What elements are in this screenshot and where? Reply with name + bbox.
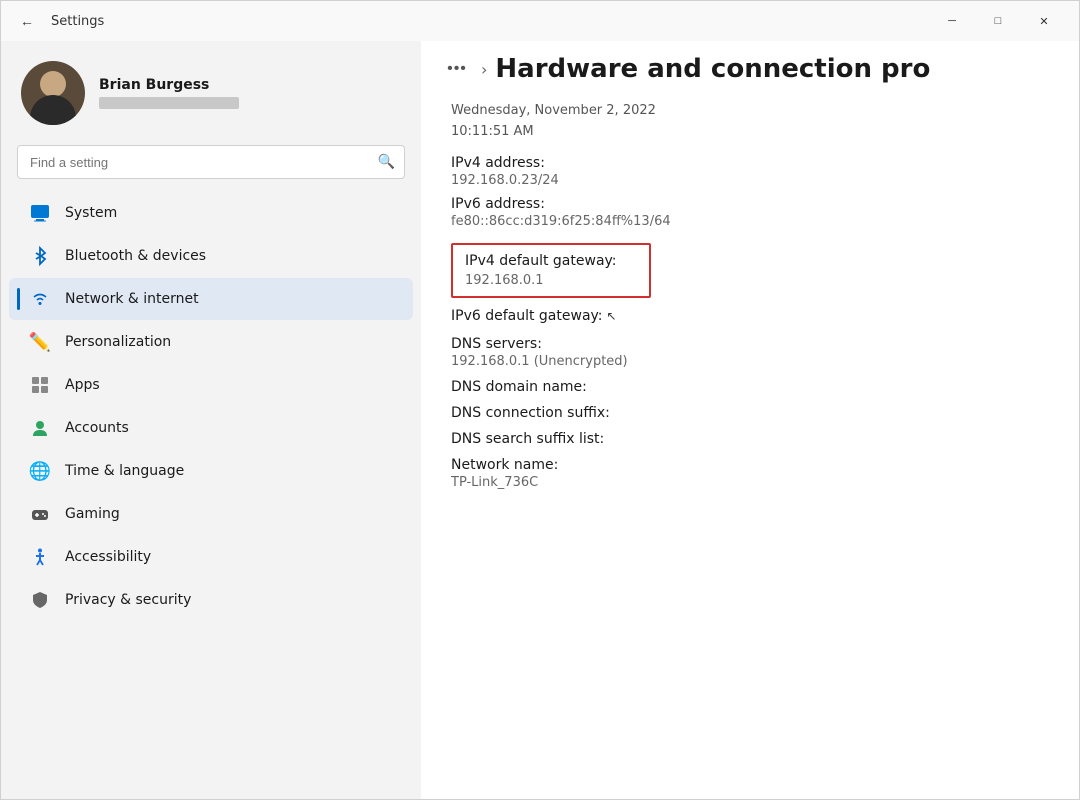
accessibility-icon [29,546,51,568]
sidebar-item-system-label: System [65,205,117,221]
ipv4-address-value: 192.168.0.23/24 [451,173,1049,188]
timestamp-line2: 10:11:51 AM [451,122,1049,143]
sidebar-item-gaming[interactable]: Gaming [9,493,413,535]
privacy-icon [29,589,51,611]
dns-search-row: DNS search suffix list: [451,431,1049,447]
sidebar-item-personalization[interactable]: ✏️ Personalization [9,321,413,363]
sidebar-item-gaming-label: Gaming [65,506,120,522]
sidebar: Brian Burgess 🔍 [1,41,421,799]
main-header: ••• › Hardware and connection pro [421,41,1079,93]
cursor-icon: ↖ [607,309,617,323]
ipv4-address-row: IPv4 address: 192.168.0.23/24 [451,155,1049,188]
back-button[interactable]: ← [13,7,41,35]
content-area: Brian Burgess 🔍 [1,41,1079,799]
network-name-value: TP-Link_736C [451,475,1049,490]
network-name-row: Network name: TP-Link_736C [451,457,1049,490]
sidebar-item-apps-label: Apps [65,377,100,393]
sidebar-item-accounts-label: Accounts [65,420,129,436]
dns-suffix-row: DNS connection suffix: [451,405,1049,421]
network-name-label: Network name: [451,457,1049,473]
user-info: Brian Burgess [99,77,401,109]
titlebar: ← Settings ─ □ ✕ [1,1,1079,41]
app-title: Settings [51,14,104,29]
user-section: Brian Burgess [1,41,421,141]
bluetooth-icon [29,245,51,267]
sidebar-item-network-label: Network & internet [65,291,199,307]
network-icon [29,288,51,310]
sidebar-item-accounts[interactable]: Accounts [9,407,413,449]
sidebar-item-accessibility-label: Accessibility [65,549,151,565]
ipv6-address-row: IPv6 address: fe80::86cc:d319:6f25:84ff%… [451,196,1049,229]
sidebar-item-system[interactable]: System [9,192,413,234]
info-section: Wednesday, November 2, 2022 10:11:51 AM … [451,93,1049,506]
ipv6-gateway-label: IPv6 default gateway: ↖ [451,308,1049,324]
sidebar-item-time-label: Time & language [65,463,184,479]
ipv6-gateway-row: IPv6 default gateway: ↖ [451,308,1049,324]
sidebar-item-bluetooth[interactable]: Bluetooth & devices [9,235,413,277]
ipv6-address-value: fe80::86cc:d319:6f25:84ff%13/64 [451,214,1049,229]
more-options-button[interactable]: ••• [441,53,473,85]
gaming-icon [29,503,51,525]
sidebar-item-bluetooth-label: Bluetooth & devices [65,248,206,264]
ipv4-address-label: IPv4 address: [451,155,1049,171]
nav-list: System Bluetooth & devices [1,191,421,799]
page-title: Hardware and connection pro [495,54,930,84]
dns-servers-label: DNS servers: [451,336,1049,352]
sidebar-item-accessibility[interactable]: Accessibility [9,536,413,578]
accounts-icon [29,417,51,439]
sidebar-item-network[interactable]: Network & internet [9,278,413,320]
maximize-button[interactable]: □ [975,5,1021,37]
minimize-button[interactable]: ─ [929,5,975,37]
system-icon [29,202,51,224]
sidebar-item-personalization-label: Personalization [65,334,171,350]
sidebar-item-apps[interactable]: Apps [9,364,413,406]
ipv6-gateway-label-text: IPv6 default gateway: [451,308,603,324]
search-input[interactable] [17,145,405,179]
time-icon: 🌐 [29,460,51,482]
apps-icon [29,374,51,396]
user-name: Brian Burgess [99,77,401,93]
timestamp: Wednesday, November 2, 2022 10:11:51 AM [451,101,1049,143]
active-indicator [17,288,20,310]
dns-suffix-label: DNS connection suffix: [451,405,1049,421]
titlebar-left: ← Settings [13,7,929,35]
avatar [21,61,85,125]
window-controls: ─ □ ✕ [929,5,1067,37]
close-button[interactable]: ✕ [1021,5,1067,37]
sidebar-item-privacy[interactable]: Privacy & security [9,579,413,621]
dns-domain-row: DNS domain name: [451,379,1049,395]
dns-servers-row: DNS servers: 192.168.0.1 (Unencrypted) [451,336,1049,369]
ipv4-gateway-label: IPv4 default gateway: [465,253,637,269]
main-content: Wednesday, November 2, 2022 10:11:51 AM … [421,93,1079,799]
ipv4-gateway-value: 192.168.0.1 [465,273,637,288]
main-panel: ••• › Hardware and connection pro Wednes… [421,41,1079,799]
dns-search-label: DNS search suffix list: [451,431,1049,447]
search-container: 🔍 [17,145,405,179]
search-icon: 🔍 [378,154,395,170]
personalization-icon: ✏️ [29,331,51,353]
ipv4-gateway-highlight: IPv4 default gateway: 192.168.0.1 [451,243,651,298]
dns-servers-value: 192.168.0.1 (Unencrypted) [451,354,1049,369]
ipv6-address-label: IPv6 address: [451,196,1049,212]
breadcrumb-separator: › [481,60,487,79]
timestamp-line1: Wednesday, November 2, 2022 [451,101,1049,122]
sidebar-item-privacy-label: Privacy & security [65,592,191,608]
dns-domain-label: DNS domain name: [451,379,1049,395]
user-email [99,97,239,109]
settings-window: ← Settings ─ □ ✕ Brian Burgess 🔍 [0,0,1080,800]
sidebar-item-time[interactable]: 🌐 Time & language [9,450,413,492]
